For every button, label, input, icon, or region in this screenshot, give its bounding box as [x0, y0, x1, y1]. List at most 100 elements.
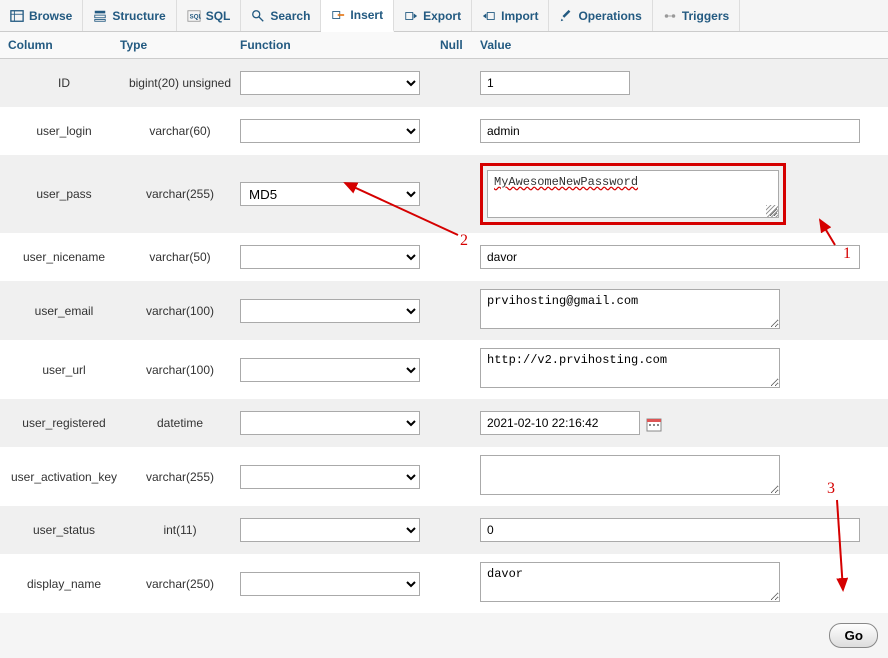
- header-null: Null: [440, 38, 480, 52]
- column-type: varchar(100): [120, 304, 240, 318]
- function-cell: [240, 71, 440, 95]
- header-value: Value: [480, 38, 888, 52]
- column-name: user_pass: [0, 187, 120, 201]
- value-textarea[interactable]: MyAwesomeNewPassword: [487, 170, 779, 218]
- insert-icon: [331, 8, 345, 22]
- value-input[interactable]: [480, 518, 860, 542]
- tabs-bar: Browse Structure SQL SQL Search Insert Ex…: [0, 0, 888, 32]
- column-name: user_registered: [0, 416, 120, 430]
- table-row: user_emailvarchar(100): [0, 281, 888, 340]
- value-cell: [480, 455, 888, 498]
- column-name: user_login: [0, 124, 120, 138]
- function-select[interactable]: [240, 119, 420, 143]
- function-cell: [240, 518, 440, 542]
- tab-label: Structure: [112, 9, 165, 23]
- function-select[interactable]: [240, 71, 420, 95]
- value-input[interactable]: [480, 411, 640, 435]
- function-cell: MD5: [240, 182, 440, 206]
- table-row: user_urlvarchar(100): [0, 340, 888, 399]
- header-type: Type: [120, 38, 240, 52]
- value-cell: [480, 411, 888, 435]
- value-textarea[interactable]: [480, 455, 780, 495]
- search-icon: [251, 9, 265, 23]
- tab-label: SQL: [206, 9, 231, 23]
- column-name: display_name: [0, 577, 120, 591]
- column-name: user_status: [0, 523, 120, 537]
- tab-label: Export: [423, 9, 461, 23]
- column-name: user_url: [0, 363, 120, 377]
- function-select[interactable]: [240, 518, 420, 542]
- structure-icon: [93, 9, 107, 23]
- header-function: Function: [240, 38, 440, 52]
- value-input[interactable]: [480, 245, 860, 269]
- function-cell: [240, 411, 440, 435]
- tab-structure[interactable]: Structure: [83, 0, 176, 31]
- highlighted-field: MyAwesomeNewPassword: [480, 163, 786, 225]
- function-cell: [240, 572, 440, 596]
- column-type: datetime: [120, 416, 240, 430]
- value-input[interactable]: [480, 119, 860, 143]
- value-cell: [480, 348, 888, 391]
- column-type: varchar(100): [120, 363, 240, 377]
- column-type: varchar(255): [120, 470, 240, 484]
- tab-label: Browse: [29, 9, 72, 23]
- function-select[interactable]: MD5: [240, 182, 420, 206]
- operations-icon: [559, 9, 573, 23]
- function-cell: [240, 299, 440, 323]
- table-row: IDbigint(20) unsigned: [0, 59, 888, 107]
- header-column: Column: [0, 38, 120, 52]
- column-name: user_email: [0, 304, 120, 318]
- value-input[interactable]: [480, 71, 630, 95]
- tab-browse[interactable]: Browse: [0, 0, 83, 31]
- tab-search[interactable]: Search: [241, 0, 321, 31]
- table-row: user_statusint(11): [0, 506, 888, 554]
- column-name: ID: [0, 76, 120, 90]
- calendar-icon[interactable]: [646, 416, 662, 432]
- value-textarea[interactable]: [480, 562, 780, 602]
- function-select[interactable]: [240, 572, 420, 596]
- tab-label: Triggers: [682, 9, 729, 23]
- tab-label: Insert: [350, 8, 383, 22]
- tab-export[interactable]: Export: [394, 0, 472, 31]
- tab-operations[interactable]: Operations: [549, 0, 652, 31]
- value-cell: [480, 562, 888, 605]
- table-row: user_loginvarchar(60): [0, 107, 888, 155]
- tab-triggers[interactable]: Triggers: [653, 0, 740, 31]
- function-cell: [240, 358, 440, 382]
- column-type: varchar(250): [120, 577, 240, 591]
- export-icon: [404, 9, 418, 23]
- column-name: user_nicename: [0, 250, 120, 264]
- table-row: user_registereddatetime: [0, 399, 888, 447]
- value-textarea[interactable]: [480, 348, 780, 388]
- svg-text:SQL: SQL: [189, 13, 200, 20]
- column-name: user_activation_key: [0, 470, 120, 484]
- sql-icon: SQL: [187, 9, 201, 23]
- import-icon: [482, 9, 496, 23]
- value-cell: [480, 245, 888, 269]
- table-row: display_namevarchar(250): [0, 554, 888, 613]
- tab-import[interactable]: Import: [472, 0, 549, 31]
- function-select[interactable]: [240, 411, 420, 435]
- tab-sql[interactable]: SQL SQL: [177, 0, 242, 31]
- table-header: Column Type Function Null Value: [0, 32, 888, 59]
- go-button[interactable]: Go: [829, 623, 878, 648]
- tab-insert[interactable]: Insert: [321, 0, 394, 32]
- value-cell: [480, 289, 888, 332]
- tab-label: Search: [270, 9, 310, 23]
- tab-label: Import: [501, 9, 538, 23]
- value-textarea[interactable]: [480, 289, 780, 329]
- function-select[interactable]: [240, 358, 420, 382]
- table-body: IDbigint(20) unsigneduser_loginvarchar(6…: [0, 59, 888, 613]
- function-select[interactable]: [240, 299, 420, 323]
- function-select[interactable]: [240, 465, 420, 489]
- function-cell: [240, 465, 440, 489]
- triggers-icon: [663, 9, 677, 23]
- column-type: bigint(20) unsigned: [120, 76, 240, 90]
- function-select[interactable]: [240, 245, 420, 269]
- footer: Go: [0, 613, 888, 658]
- value-cell: [480, 119, 888, 143]
- value-cell: [480, 71, 888, 95]
- column-type: int(11): [120, 523, 240, 537]
- table-row: user_nicenamevarchar(50): [0, 233, 888, 281]
- function-cell: [240, 119, 440, 143]
